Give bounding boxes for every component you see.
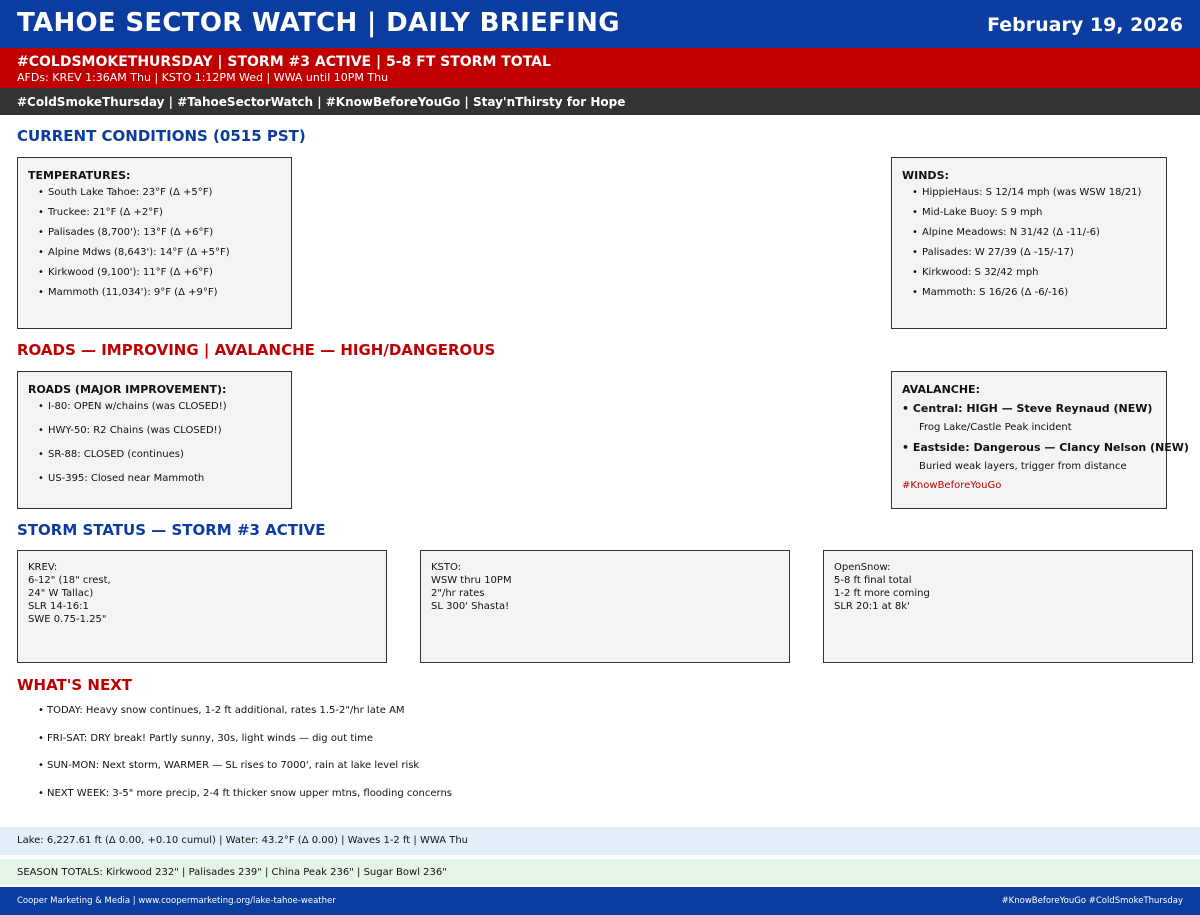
footer-hashtags: #KnowBeforeYouGo #ColdSmokeThursday: [1001, 896, 1183, 906]
list-item: HippieHaus: S 12/14 mph (was WSW 18/21): [902, 188, 1156, 199]
lake-status-bar: Lake: 6,227.61 ft (Δ 0.00, +0.10 cumul) …: [0, 827, 1200, 855]
conditions-heading: CURRENT CONDITIONS (0515 PST): [17, 127, 306, 145]
storm-line: 6-12" (18" crest,: [28, 575, 111, 586]
list-item: Palisades: W 27/39 (Δ -15/-17): [902, 248, 1156, 259]
storm-line: SL 300' Shasta!: [431, 601, 510, 612]
temperatures-title: TEMPERATURES:: [28, 169, 131, 182]
list-item: FRI-SAT: DRY break! Partly sunny, 30s, l…: [17, 733, 452, 761]
hashtag-bar: #ColdSmokeThursday | #TahoeSectorWatch |…: [0, 88, 1200, 115]
briefing-date: February 19, 2026: [987, 14, 1183, 36]
list-item: SR-88: CLOSED (continues): [28, 450, 281, 461]
list-item: Alpine Meadows: N 31/42 (Δ -11/-6): [902, 228, 1156, 239]
list-item: Truckee: 21°F (Δ +2°F): [28, 208, 281, 219]
storm-line: SLR 20:1 at 8k': [834, 601, 910, 612]
hashtag-text: #ColdSmokeThursday | #TahoeSectorWatch |…: [17, 95, 626, 109]
list-item: TODAY: Heavy snow continues, 1-2 ft addi…: [17, 705, 452, 733]
storm-line: KREV:: [28, 562, 58, 573]
roads-title: ROADS (MAJOR IMPROVEMENT):: [28, 383, 227, 396]
storm-line: OpenSnow:: [834, 562, 891, 573]
whats-next-list: TODAY: Heavy snow continues, 1-2 ft addi…: [17, 705, 452, 815]
footer-credit: Cooper Marketing & Media | www.coopermar…: [17, 896, 336, 906]
storm-line: WSW thru 10PM: [431, 575, 512, 586]
storm-card-opensnow: OpenSnow: 5-8 ft final total 1-2 ft more…: [823, 550, 1193, 663]
list-item: Alpine Mdws (8,643'): 14°F (Δ +5°F): [28, 248, 281, 259]
list-item: HWY-50: R2 Chains (was CLOSED!): [28, 426, 281, 437]
season-totals-bar: SEASON TOTALS: Kirkwood 232" | Palisades…: [0, 859, 1200, 885]
roads-card: ROADS (MAJOR IMPROVEMENT): I-80: OPEN w/…: [17, 371, 292, 509]
avalanche-eastside: • Eastside: Dangerous — Clancy Nelson (N…: [902, 441, 1189, 454]
alert-headline: #COLDSMOKETHURSDAY | STORM #3 ACTIVE | 5…: [17, 54, 551, 70]
list-item: Kirkwood (9,100'): 11°F (Δ +6°F): [28, 268, 281, 279]
alert-banner: #COLDSMOKETHURSDAY | STORM #3 ACTIVE | 5…: [0, 48, 1200, 88]
list-item: Palisades (8,700'): 13°F (Δ +6°F): [28, 228, 281, 239]
lake-status-text: Lake: 6,227.61 ft (Δ 0.00, +0.10 cumul) …: [17, 835, 468, 846]
avalanche-eastside-detail: Buried weak layers, trigger from distanc…: [919, 461, 1127, 472]
roads-list: I-80: OPEN w/chains (was CLOSED!) HWY-50…: [28, 402, 281, 485]
roads-avalanche-heading: ROADS — IMPROVING | AVALANCHE — HIGH/DAN…: [17, 341, 496, 359]
header-bar: TAHOE SECTOR WATCH | DAILY BRIEFING Febr…: [0, 0, 1200, 48]
storm-line: 1-2 ft more coming: [834, 588, 930, 599]
storm-line: 2"/hr rates: [431, 588, 485, 599]
page-title: TAHOE SECTOR WATCH | DAILY BRIEFING: [17, 8, 620, 38]
temperatures-card: TEMPERATURES: South Lake Tahoe: 23°F (Δ …: [17, 157, 292, 329]
storm-line: SLR 14-16:1: [28, 601, 89, 612]
storm-line: KSTO:: [431, 562, 462, 573]
list-item: South Lake Tahoe: 23°F (Δ +5°F): [28, 188, 281, 199]
footer-bar: Cooper Marketing & Media | www.coopermar…: [0, 887, 1200, 915]
storm-card-ksto: KSTO: WSW thru 10PM 2"/hr rates SL 300' …: [420, 550, 790, 663]
list-item: Mammoth (11,034'): 9°F (Δ +9°F): [28, 288, 281, 299]
season-totals-text: SEASON TOTALS: Kirkwood 232" | Palisades…: [17, 867, 447, 878]
list-item: SUN-MON: Next storm, WARMER — SL rises t…: [17, 760, 452, 788]
storm-line: 24" W Tallac): [28, 588, 94, 599]
temperatures-list: South Lake Tahoe: 23°F (Δ +5°F) Truckee:…: [28, 188, 281, 299]
storm-card-krev: KREV: 6-12" (18" crest, 24" W Tallac) SL…: [17, 550, 387, 663]
list-item: I-80: OPEN w/chains (was CLOSED!): [28, 402, 281, 413]
storm-heading: STORM STATUS — STORM #3 ACTIVE: [17, 521, 326, 539]
whats-next-heading: WHAT'S NEXT: [17, 676, 132, 694]
avalanche-card: AVALANCHE: • Central: HIGH — Steve Reyna…: [891, 371, 1189, 509]
list-item: Mid-Lake Buoy: S 9 mph: [902, 208, 1156, 219]
storm-line: SWE 0.75-1.25": [28, 614, 107, 625]
list-item: NEXT WEEK: 3-5" more precip, 2-4 ft thic…: [17, 788, 452, 816]
winds-list: HippieHaus: S 12/14 mph (was WSW 18/21) …: [902, 188, 1156, 299]
list-item: Mammoth: S 16/26 (Δ -6/-16): [902, 288, 1156, 299]
list-item: Kirkwood: S 32/42 mph: [902, 268, 1156, 279]
avalanche-central-detail: Frog Lake/Castle Peak incident: [919, 422, 1072, 433]
alert-afd-line: AFDs: KREV 1:36AM Thu | KSTO 1:12PM Wed …: [17, 71, 389, 84]
avalanche-title: AVALANCHE:: [902, 383, 980, 396]
storm-line: 5-8 ft final total: [834, 575, 912, 586]
winds-card: WINDS: HippieHaus: S 12/14 mph (was WSW …: [891, 157, 1167, 329]
list-item: US-395: Closed near Mammoth: [28, 474, 281, 485]
winds-title: WINDS:: [902, 169, 949, 182]
avalanche-hashtag: #KnowBeforeYouGo: [902, 480, 1002, 491]
avalanche-central: • Central: HIGH — Steve Reynaud (NEW): [902, 402, 1153, 415]
